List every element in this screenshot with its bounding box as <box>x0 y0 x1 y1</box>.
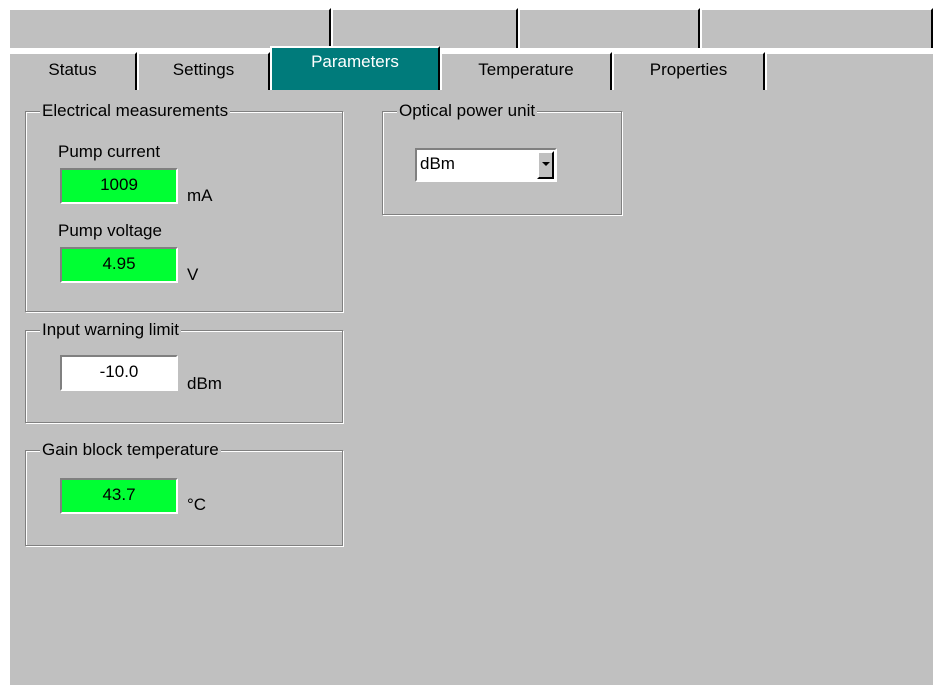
optical-power-unit-selected: dBm <box>420 154 455 173</box>
tab-back-3[interactable] <box>518 8 700 48</box>
dropdown-button[interactable] <box>537 151 554 179</box>
pump-current-value: 1009 <box>60 168 178 204</box>
parameters-panel: Electrical measurements Pump current 100… <box>8 88 933 685</box>
input-warning-limit-unit: dBm <box>187 374 222 393</box>
gain-block-temperature-value: 43.7 <box>60 478 178 514</box>
pump-current-unit: mA <box>187 186 213 205</box>
optical-power-unit-title: Optical power unit <box>397 101 538 121</box>
optical-power-unit-select[interactable]: dBm <box>415 148 557 182</box>
tab-settings[interactable]: Settings <box>137 52 270 90</box>
input-warning-limit-input[interactable]: -10.0 <box>60 355 178 391</box>
input-warning-limit-title: Input warning limit <box>40 320 182 340</box>
tab-back-1[interactable] <box>8 8 331 48</box>
pump-voltage-value: 4.95 <box>60 247 178 283</box>
electrical-measurements-title: Electrical measurements <box>40 101 231 121</box>
tab-temperature[interactable]: Temperature <box>440 52 612 90</box>
pump-voltage-unit: V <box>187 265 199 284</box>
gain-block-temperature-unit: °C <box>187 495 207 514</box>
tab-filler <box>765 52 933 90</box>
pump-voltage-label: Pump voltage <box>58 221 162 240</box>
gain-block-temperature-title: Gain block temperature <box>40 440 221 460</box>
tab-status[interactable]: Status <box>8 52 137 90</box>
tab-back-2[interactable] <box>331 8 518 48</box>
pump-current-label: Pump current <box>58 142 161 161</box>
tab-properties[interactable]: Properties <box>612 52 765 90</box>
tab-parameters[interactable]: Parameters <box>270 46 440 90</box>
chevron-down-icon <box>542 162 550 166</box>
tab-back-4[interactable] <box>700 8 933 48</box>
